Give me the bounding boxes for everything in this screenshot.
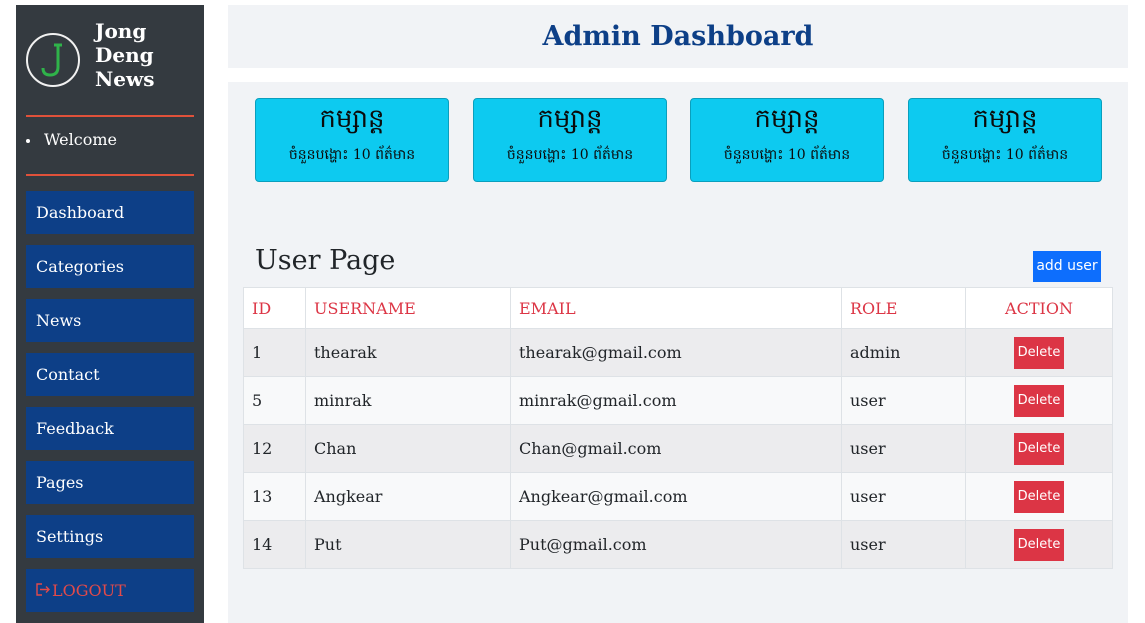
cell-username: minrak	[305, 376, 511, 425]
cell-username: Angkear	[305, 472, 511, 521]
welcome-label: Welcome	[44, 130, 117, 149]
delete-button[interactable]: Delete	[1014, 336, 1064, 369]
card-subtitle: ចំនួនបង្ហោះ 10 ព័ត៌មាន	[941, 147, 1069, 163]
cell-id: 5	[243, 376, 306, 425]
section-title: User Page	[255, 245, 396, 276]
sidebar-item-label: Settings	[36, 527, 104, 546]
users-table: ID USERNAME EMAIL ROLE ACTION 1 thearak …	[243, 287, 1113, 569]
card-title: កម្សាន្ត	[319, 104, 385, 134]
sidebar-item-categories[interactable]: Categories	[26, 245, 194, 288]
brand-name-line: Deng	[95, 43, 154, 67]
card-subtitle: ចំនួនបង្ហោះ 10 ព័ត៌មាន	[288, 147, 416, 163]
cell-role: admin	[841, 328, 966, 377]
sidebar-item-label: Contact	[36, 365, 100, 384]
sidebar-item-label: Categories	[36, 257, 124, 276]
sidebar-item-label: Dashboard	[36, 203, 125, 222]
category-card[interactable]: កម្សាន្ត ចំនួនបង្ហោះ 10 ព័ត៌មាន	[690, 98, 884, 182]
cell-email: thearak@gmail.com	[510, 328, 842, 377]
add-user-button[interactable]: add user	[1033, 251, 1101, 282]
welcome-item: Welcome	[26, 130, 117, 149]
cell-id: 13	[243, 472, 306, 521]
column-header-id: ID	[243, 287, 306, 329]
bullet-icon	[26, 138, 30, 143]
sidebar-item-feedback[interactable]: Feedback	[26, 407, 194, 450]
cell-action: Delete	[965, 376, 1113, 425]
cell-username: Chan	[305, 424, 511, 473]
page-title: Admin Dashboard	[542, 21, 814, 52]
logout-label: LOGOUT	[52, 581, 126, 600]
sign-out-icon	[36, 571, 51, 614]
cell-email: Chan@gmail.com	[510, 424, 842, 473]
card-title: កម្សាន្ត	[537, 104, 603, 134]
table-row: 13 Angkear Angkear@gmail.com user Delete	[243, 472, 1113, 521]
brand-name-line: News	[95, 67, 155, 91]
table-row: 1 thearak thearak@gmail.com admin Delete	[243, 328, 1113, 377]
brand-name-line: Jong	[95, 19, 147, 43]
card-subtitle: ចំនួនបង្ហោះ 10 ព័ត៌មាន	[506, 147, 634, 163]
sidebar-item-settings[interactable]: Settings	[26, 515, 194, 558]
cell-role: user	[841, 472, 966, 521]
card-subtitle: ចំនួនបង្ហោះ 10 ព័ត៌មាន	[723, 147, 851, 163]
cell-action: Delete	[965, 424, 1113, 473]
table-row: 5 minrak minrak@gmail.com user Delete	[243, 376, 1113, 425]
divider	[26, 115, 194, 117]
table-header-row: ID USERNAME EMAIL ROLE ACTION	[243, 287, 1113, 329]
cell-id: 12	[243, 424, 306, 473]
page-header: Admin Dashboard	[228, 5, 1128, 68]
logo-icon	[26, 33, 80, 87]
cell-username: Put	[305, 520, 511, 569]
delete-button[interactable]: Delete	[1014, 528, 1064, 561]
sidebar-item-label: Pages	[36, 473, 84, 492]
sidebar-item-contact[interactable]: Contact	[26, 353, 194, 396]
cell-action: Delete	[965, 328, 1113, 377]
cell-email: minrak@gmail.com	[510, 376, 842, 425]
cell-email: Angkear@gmail.com	[510, 472, 842, 521]
column-header-action: ACTION	[965, 287, 1113, 329]
sidebar-item-label: News	[36, 311, 82, 330]
cell-role: user	[841, 520, 966, 569]
category-card[interactable]: កម្សាន្ត ចំនួនបង្ហោះ 10 ព័ត៌មាន	[473, 98, 667, 182]
sidebar-item-pages[interactable]: Pages	[26, 461, 194, 504]
cell-username: thearak	[305, 328, 511, 377]
cell-id: 14	[243, 520, 306, 569]
sidebar: Jong Deng News Welcome Dashboard Categor…	[16, 5, 204, 623]
brand-name: Jong Deng News	[95, 19, 195, 91]
column-header-username: USERNAME	[305, 287, 511, 329]
column-header-email: EMAIL	[510, 287, 842, 329]
cell-email: Put@gmail.com	[510, 520, 842, 569]
category-card[interactable]: កម្សាន្ត ចំនួនបង្ហោះ 10 ព័ត៌មាន	[255, 98, 449, 182]
brand[interactable]: Jong Deng News	[26, 15, 196, 105]
main-content: កម្សាន្ត ចំនួនបង្ហោះ 10 ព័ត៌មាន កម្សាន្ត…	[228, 82, 1128, 623]
delete-button[interactable]: Delete	[1014, 432, 1064, 465]
cell-role: user	[841, 424, 966, 473]
cell-role: user	[841, 376, 966, 425]
sidebar-item-label: Feedback	[36, 419, 114, 438]
sidebar-item-news[interactable]: News	[26, 299, 194, 342]
divider	[26, 174, 194, 176]
column-header-role: ROLE	[841, 287, 966, 329]
cell-action: Delete	[965, 472, 1113, 521]
card-title: កម្សាន្ត	[972, 104, 1038, 134]
logout-button[interactable]: LOGOUT	[26, 569, 194, 612]
delete-button[interactable]: Delete	[1014, 480, 1064, 513]
delete-button[interactable]: Delete	[1014, 384, 1064, 417]
cell-action: Delete	[965, 520, 1113, 569]
sidebar-item-dashboard[interactable]: Dashboard	[26, 191, 194, 234]
card-title: កម្សាន្ត	[754, 104, 820, 134]
cell-id: 1	[243, 328, 306, 377]
table-row: 14 Put Put@gmail.com user Delete	[243, 520, 1113, 569]
category-card[interactable]: កម្សាន្ត ចំនួនបង្ហោះ 10 ព័ត៌មាន	[908, 98, 1102, 182]
table-row: 12 Chan Chan@gmail.com user Delete	[243, 424, 1113, 473]
